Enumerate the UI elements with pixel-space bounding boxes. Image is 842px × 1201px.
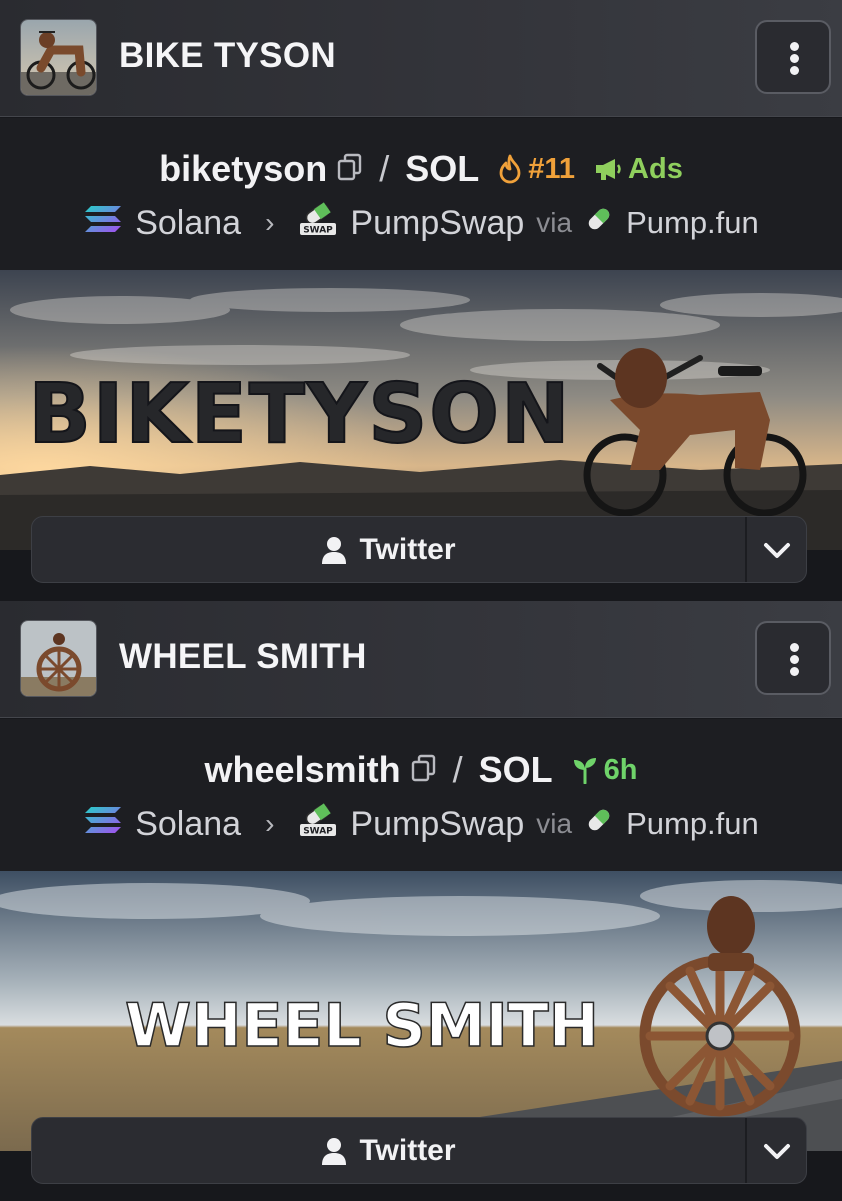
token-avatar[interactable] xyxy=(20,620,97,697)
token-name: BIKE TYSON xyxy=(119,36,336,75)
svg-text:SWAP: SWAP xyxy=(304,826,334,836)
social-links-bar: Twitter xyxy=(31,516,807,583)
more-links-dropdown[interactable] xyxy=(747,517,807,582)
ads-badge[interactable]: Ads xyxy=(593,153,683,186)
dex-name[interactable]: PumpSwap xyxy=(350,204,524,243)
chain-name[interactable]: Solana xyxy=(135,204,241,243)
pair-row: wheelsmith / SOL 6h xyxy=(0,745,842,795)
kebab-icon xyxy=(790,643,799,652)
pair-age-badge[interactable]: 6h xyxy=(571,754,637,787)
token-name: WHEEL SMITH xyxy=(119,637,367,676)
via-label: via xyxy=(536,207,573,238)
flame-icon xyxy=(499,154,521,184)
chain-name[interactable]: Solana xyxy=(135,805,241,844)
pill-icon xyxy=(584,805,614,844)
pair-separator: / xyxy=(379,148,390,189)
trending-rank-badge[interactable]: #11 xyxy=(497,153,575,186)
twitter-label: Twitter xyxy=(359,532,456,566)
token-card: WHEEL SMITH wheelsmith / SOL 6h Solana ›… xyxy=(0,601,842,1201)
user-icon xyxy=(322,536,347,564)
dex-name[interactable]: PumpSwap xyxy=(350,805,524,844)
token-header: BIKE TYSON xyxy=(0,0,842,117)
token-header: WHEEL SMITH xyxy=(0,601,842,718)
kebab-icon xyxy=(790,42,799,51)
chevron-down-icon xyxy=(764,1144,790,1159)
token-symbol: wheelsmith xyxy=(204,749,401,790)
pumpswap-icon: SWAP xyxy=(298,201,338,246)
more-options-button[interactable] xyxy=(755,20,831,94)
pair-separator: / xyxy=(452,749,463,790)
svg-text:SWAP: SWAP xyxy=(304,225,334,235)
pair-info: wheelsmith / SOL 6h Solana › SWAP PumpSw… xyxy=(0,719,842,871)
token-avatar[interactable] xyxy=(20,19,97,96)
quote-symbol: SOL xyxy=(478,749,553,790)
banner-title: BIKETYSON xyxy=(28,367,571,462)
megaphone-icon xyxy=(596,159,621,180)
user-icon xyxy=(322,1137,347,1165)
more-options-button[interactable] xyxy=(755,621,831,695)
solana-icon xyxy=(83,804,123,845)
chevron-right-icon: › xyxy=(265,207,275,238)
quote-symbol: SOL xyxy=(405,148,480,189)
chain-row: Solana › SWAP PumpSwap via Pump.fun xyxy=(0,200,842,246)
token-card: BIKE TYSON biketyson / SOL #11 Ads Solan… xyxy=(0,0,842,600)
copy-icon[interactable] xyxy=(337,148,363,190)
token-symbol: biketyson xyxy=(159,148,328,189)
chain-row: Solana › SWAP PumpSwap via Pump.fun xyxy=(0,801,842,847)
launchpad-name[interactable]: Pump.fun xyxy=(626,205,759,241)
twitter-link[interactable]: Twitter xyxy=(32,517,745,582)
pumpswap-icon: SWAP xyxy=(298,802,338,847)
pair-row: biketyson / SOL #11 Ads xyxy=(0,144,842,194)
token-banner: WHEEL SMITH xyxy=(0,871,842,1151)
via-label: via xyxy=(536,808,573,839)
seedling-icon xyxy=(573,758,596,784)
twitter-label: Twitter xyxy=(359,1133,456,1167)
solana-icon xyxy=(83,203,123,244)
social-links-bar: Twitter xyxy=(31,1117,807,1184)
banner-title: WHEEL SMITH xyxy=(125,991,599,1061)
chevron-right-icon: › xyxy=(265,808,275,839)
copy-icon[interactable] xyxy=(411,749,437,791)
chevron-down-icon xyxy=(764,543,790,558)
more-links-dropdown[interactable] xyxy=(747,1118,807,1183)
token-banner: BIKETYSON xyxy=(0,270,842,550)
twitter-link[interactable]: Twitter xyxy=(32,1118,745,1183)
pill-icon xyxy=(584,204,614,243)
launchpad-name[interactable]: Pump.fun xyxy=(626,806,759,842)
pair-info: biketyson / SOL #11 Ads Solana › SWAP Pu… xyxy=(0,118,842,270)
